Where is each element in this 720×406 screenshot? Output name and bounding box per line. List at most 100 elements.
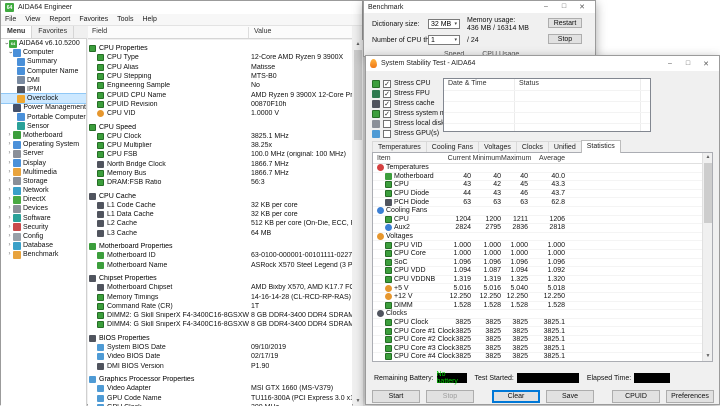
checkbox-checked[interactable]: ✓ [383, 100, 391, 108]
stats-row-motherboard[interactable]: Motherboard40404040.0 [373, 173, 712, 182]
tab-menu[interactable]: Menu [1, 26, 32, 38]
stats-row-cpu-clock[interactable]: CPU Clock3825382538253825.1 [373, 319, 712, 328]
tree-item-sensor[interactable]: ›Sensor [1, 122, 86, 131]
menu-help[interactable]: Help [142, 16, 156, 23]
expand-arrow-icon[interactable]: › [6, 187, 13, 194]
field-row-command-rate-cr[interactable]: Command Rate (CR)1T [88, 302, 352, 311]
minimize-icon[interactable]: – [537, 3, 555, 11]
tree-item-dmi[interactable]: ›DMI [1, 76, 86, 85]
expand-arrow-icon[interactable]: › [6, 141, 13, 148]
field-column-header[interactable]: Field [92, 28, 107, 35]
field-row-cpu-fsb[interactable]: CPU FSB100.0 MHz (original: 100 MHz) [88, 150, 352, 159]
tree-item-directx[interactable]: ›DirectX [1, 195, 86, 204]
field-row-north-bridge-clock[interactable]: North Bridge Clock1866.7 MHz [88, 160, 352, 169]
collapse-arrow-icon[interactable]: › [6, 49, 13, 56]
field-row-dimm2-g-skill-sniperx-f4-3400c16-8gsxw[interactable]: DIMM2: G Skill SniperX F4-3400C16-8GSXW8… [88, 311, 352, 320]
expand-arrow-icon[interactable]: › [6, 215, 13, 222]
field-row-video-adapter[interactable]: Video AdapterMSI GTX 1660 (MS-V379) [88, 384, 352, 393]
stats-row-cpu[interactable]: CPU43424543.3 [373, 181, 712, 190]
restart-button[interactable]: Restart [548, 18, 582, 28]
menu-view[interactable]: View [25, 16, 40, 23]
field-row-l1-data-cache[interactable]: L1 Data Cache32 KB per core [88, 210, 352, 219]
stats-col-average[interactable]: Average [528, 155, 565, 162]
tree-item-aida64-v6-10-5200[interactable]: ›64AIDA64 v6.10.5200 [1, 39, 86, 48]
stats-row-5-v[interactable]: +5 V5.0165.0165.0405.018 [373, 284, 712, 293]
collapse-arrow-icon[interactable]: › [2, 40, 9, 47]
field-row-engineering-sample[interactable]: Engineering SampleNo [88, 81, 352, 90]
tree-item-network[interactable]: ›Network [1, 186, 86, 195]
scroll-up-icon[interactable]: ▲ [703, 153, 713, 162]
stats-row-aux2[interactable]: Aux22824279528362818 [373, 224, 712, 233]
section-header-row[interactable]: CPU Cache [88, 191, 352, 200]
field-row-memory-timings[interactable]: Memory Timings14-16-14-28 (CL-RCD-RP-RAS… [88, 292, 352, 301]
tree-item-computer-name[interactable]: ›Computer Name [1, 67, 86, 76]
expand-arrow-icon[interactable]: › [6, 132, 13, 139]
stats-row-dimm[interactable]: DIMM1.5281.5281.5281.528 [373, 302, 712, 311]
tree-item-security[interactable]: ›Security [1, 223, 86, 232]
expand-arrow-icon[interactable]: › [6, 251, 13, 258]
checkbox-checked[interactable]: ✓ [383, 80, 391, 88]
expand-arrow-icon[interactable]: › [6, 160, 13, 167]
checkbox[interactable] [383, 120, 391, 128]
tree-item-overclock[interactable]: ›Overclock [1, 94, 86, 103]
log-col-datetime[interactable]: Date & Time [448, 80, 487, 87]
stats-col-maximum[interactable]: Maximum [501, 155, 528, 162]
expand-arrow-icon[interactable]: › [6, 169, 13, 176]
tree-item-display[interactable]: ›Display [1, 158, 86, 167]
checkbox-checked[interactable]: ✓ [383, 90, 391, 98]
checkbox[interactable] [383, 130, 391, 138]
section-header-row[interactable]: CPU Properties [88, 44, 352, 53]
stats-group-cooling-fans[interactable]: Cooling Fans [373, 207, 712, 216]
tab-favorites[interactable]: Favorites [32, 26, 74, 38]
field-row-motherboard-chipset[interactable]: Motherboard ChipsetAMD Bixby X570, AMD K… [88, 283, 352, 292]
menu-favorites[interactable]: Favorites [79, 16, 108, 23]
tree-item-power-management[interactable]: ›Power Management [1, 103, 86, 112]
tree-item-portable-computer[interactable]: ›Portable Computer [1, 113, 86, 122]
cpuid-button[interactable]: CPUID [612, 390, 660, 403]
stats-col-item[interactable]: Item [373, 155, 439, 162]
field-row-l2-cache[interactable]: L2 Cache512 KB per core (On-Die, ECC, Fu… [88, 219, 352, 228]
menu-file[interactable]: File [5, 16, 16, 23]
stats-row-12-v[interactable]: +12 V12.25012.25012.25012.250 [373, 293, 712, 302]
field-row-video-bios-date[interactable]: Video BIOS Date02/17/19 [88, 352, 352, 361]
close-icon[interactable]: ✕ [697, 60, 715, 68]
field-row-cpuid-revision[interactable]: CPUID Revision00870F10h [88, 100, 352, 109]
stress-option-stress-cpu[interactable]: ✓Stress CPU [372, 79, 431, 88]
stress-option-stress-fpu[interactable]: ✓Stress FPU [372, 89, 430, 98]
field-row-cpu-type[interactable]: CPU Type12-Core AMD Ryzen 9 3900X [88, 53, 352, 62]
stats-row-cpu-core-1-clock[interactable]: CPU Core #1 Clock3825382538253825.1 [373, 327, 712, 336]
test-log-list[interactable]: Date & Time Status [443, 78, 651, 132]
tree-item-benchmark[interactable]: ›Benchmark [1, 250, 86, 259]
stats-group-voltages[interactable]: Voltages [373, 233, 712, 242]
section-header-row[interactable]: Chipset Properties [88, 274, 352, 283]
field-row-l1-code-cache[interactable]: L1 Code Cache32 KB per core [88, 201, 352, 210]
scroll-thumb[interactable] [354, 50, 362, 140]
field-row-dimm4-g-skill-sniperx-f4-3400c16-8gsxw[interactable]: DIMM4: G Skill SniperX F4-3400C16-8GSXW8… [88, 320, 352, 329]
field-row-cpu-alias[interactable]: CPU AliasMatisse [88, 63, 352, 72]
section-header-row[interactable]: CPU Speed [88, 122, 352, 131]
stats-group-clocks[interactable]: Clocks [373, 310, 712, 319]
field-row-system-bios-date[interactable]: System BIOS Date09/10/2019 [88, 343, 352, 352]
stats-row-pch-diode[interactable]: PCH Diode63636362.8 [373, 198, 712, 207]
section-header-row[interactable]: Graphics Processor Properties [88, 375, 352, 384]
stats-col-minimum[interactable]: Minimum [471, 155, 501, 162]
expand-arrow-icon[interactable]: › [6, 178, 13, 185]
tree-item-software[interactable]: ›Software [1, 214, 86, 223]
preferences-button[interactable]: Preferences [666, 390, 714, 403]
field-row-motherboard-id[interactable]: Motherboard ID63-0100-000001-00101111-02… [88, 251, 352, 260]
stats-row-soc[interactable]: SoC1.0961.0961.0961.096 [373, 259, 712, 268]
stats-row-cpu-vdd[interactable]: CPU VDD1.0941.0871.0941.092 [373, 267, 712, 276]
tree-item-server[interactable]: ›Server [1, 149, 86, 158]
menu-report[interactable]: Report [49, 16, 70, 23]
field-row-cpu-stepping[interactable]: CPU SteppingMTS-B0 [88, 72, 352, 81]
field-row-cpu-vid[interactable]: CPU VID1.0000 V [88, 109, 352, 118]
expand-arrow-icon[interactable]: › [6, 205, 13, 212]
value-column-header[interactable]: Value [254, 28, 271, 35]
expand-arrow-icon[interactable]: › [6, 242, 13, 249]
field-row-motherboard-name[interactable]: Motherboard NameASRock X570 Steel Legend… [88, 261, 352, 270]
field-row-dram-fsb-ratio[interactable]: DRAM:FSB Ratio56:3 [88, 178, 352, 187]
maximize-icon[interactable]: □ [679, 60, 697, 68]
field-row-gpu-code-name[interactable]: GPU Code NameTU116-300A (PCI Express 3.0… [88, 393, 352, 402]
tree-item-multimedia[interactable]: ›Multimedia [1, 168, 86, 177]
stress-option-stress-gpu-s[interactable]: Stress GPU(s) [372, 129, 439, 138]
